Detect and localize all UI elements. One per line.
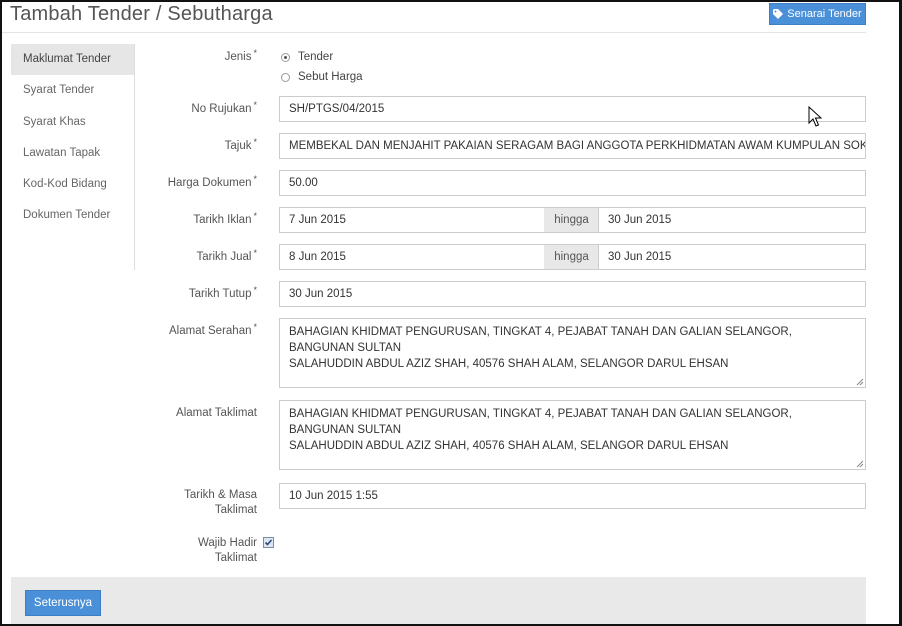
no-rujukan-input[interactable]: SH/PTGS/04/2015 <box>279 96 866 122</box>
sidebar-item-kod-kod-bidang[interactable]: Kod-Kod Bidang <box>11 169 134 200</box>
sidebar-item-dokumen-tender[interactable]: Dokumen Tender <box>11 200 134 231</box>
alamat-taklimat-line2: SALAHUDDIN ABDUL AZIZ SHAH, 40576 SHAH A… <box>289 440 729 452</box>
alamat-serahan-label: Alamat Serahan * <box>169 322 257 337</box>
sidebar-item-maklumat-tender[interactable]: Maklumat Tender <box>11 44 134 76</box>
tarikh-tutup-label: Tarikh Tutup * <box>188 285 257 300</box>
wajib-hadir-checkbox[interactable] <box>263 537 274 548</box>
window-frame <box>0 0 902 626</box>
alamat-serahan-line1: BAHAGIAN KHIDMAT PENGURUSAN, TINGKAT 4, … <box>289 326 792 354</box>
radio-tender-label: Tender <box>298 51 334 63</box>
radio-sebut-harga-label: Sebut Harga <box>298 71 363 83</box>
mouse-cursor-icon <box>808 106 822 127</box>
harga-dokumen-label: Harga Dokumen * <box>167 174 257 189</box>
tarikh-iklan-separator: hingga <box>544 207 599 233</box>
alamat-taklimat-line1: BAHAGIAN KHIDMAT PENGURUSAN, TINGKAT 4, … <box>289 408 792 436</box>
tarikh-tutup-input[interactable]: 30 Jun 2015 <box>279 281 866 307</box>
page-title: Tambah Tender / Sebutharga <box>10 3 273 25</box>
tarikh-jual-separator: hingga <box>544 244 599 270</box>
sidebar-item-lawatan-tapak[interactable]: Lawatan Tapak <box>11 138 134 169</box>
radio-tender-control[interactable] <box>281 52 290 62</box>
alamat-serahan-textarea[interactable]: BAHAGIAN KHIDMAT PENGURUSAN, TINGKAT 4, … <box>279 318 866 388</box>
tajuk-input[interactable]: MEMBEKAL DAN MENJAHIT PAKAIAN SERAGAM BA… <box>279 133 866 159</box>
resize-grip-icon[interactable] <box>856 460 864 468</box>
tarikh-iklan-to-input[interactable]: 30 Jun 2015 <box>598 207 866 233</box>
radio-tender[interactable]: Tender <box>281 51 333 63</box>
tarikh-masa-taklimat-input[interactable]: 10 Jun 2015 1:55 <box>279 483 866 509</box>
tarikh-jual-from-input[interactable]: 8 Jun 2015 <box>279 244 545 270</box>
sidebar-item-syarat-tender[interactable]: Syarat Tender <box>11 75 134 106</box>
next-button[interactable]: Seterusnya <box>25 590 101 616</box>
tarikh-jual-label: Tarikh Jual * <box>196 248 257 263</box>
tarikh-jual-to-input[interactable]: 30 Jun 2015 <box>598 244 866 270</box>
tarikh-iklan-label: Tarikh Iklan * <box>193 211 257 226</box>
sidebar: Maklumat Tender Syarat Tender Syarat Kha… <box>11 44 135 270</box>
tajuk-label: Tajuk * <box>224 137 257 152</box>
alamat-taklimat-textarea[interactable]: BAHAGIAN KHIDMAT PENGURUSAN, TINGKAT 4, … <box>279 400 866 470</box>
alamat-serahan-line2: SALAHUDDIN ABDUL AZIZ SHAH, 40576 SHAH A… <box>289 358 729 370</box>
title-divider <box>2 32 866 33</box>
tarikh-iklan-from-input[interactable]: 7 Jun 2015 <box>279 207 545 233</box>
radio-sebut-harga[interactable]: Sebut Harga <box>281 71 363 83</box>
sidebar-item-syarat-khas[interactable]: Syarat Khas <box>11 107 134 138</box>
jenis-label: Jenis * <box>224 48 257 63</box>
tarikh-masa-taklimat-label: Tarikh & Masa Taklimat <box>184 489 257 516</box>
list-tender-button-label: Senarai Tender <box>787 8 862 20</box>
resize-grip-icon[interactable] <box>856 378 864 386</box>
tag-icon <box>773 9 784 19</box>
no-rujukan-label: No Rujukan * <box>191 100 257 115</box>
checkmark-icon <box>264 539 273 546</box>
list-tender-button[interactable]: Senarai Tender <box>769 3 866 25</box>
alamat-taklimat-label: Alamat Taklimat <box>176 407 257 419</box>
radio-sebut-harga-control[interactable] <box>281 72 290 82</box>
form-footer-bar <box>11 577 866 624</box>
harga-dokumen-input[interactable]: 50.00 <box>279 170 866 196</box>
wajib-hadir-label: Wajib Hadir Taklimat <box>197 537 257 564</box>
